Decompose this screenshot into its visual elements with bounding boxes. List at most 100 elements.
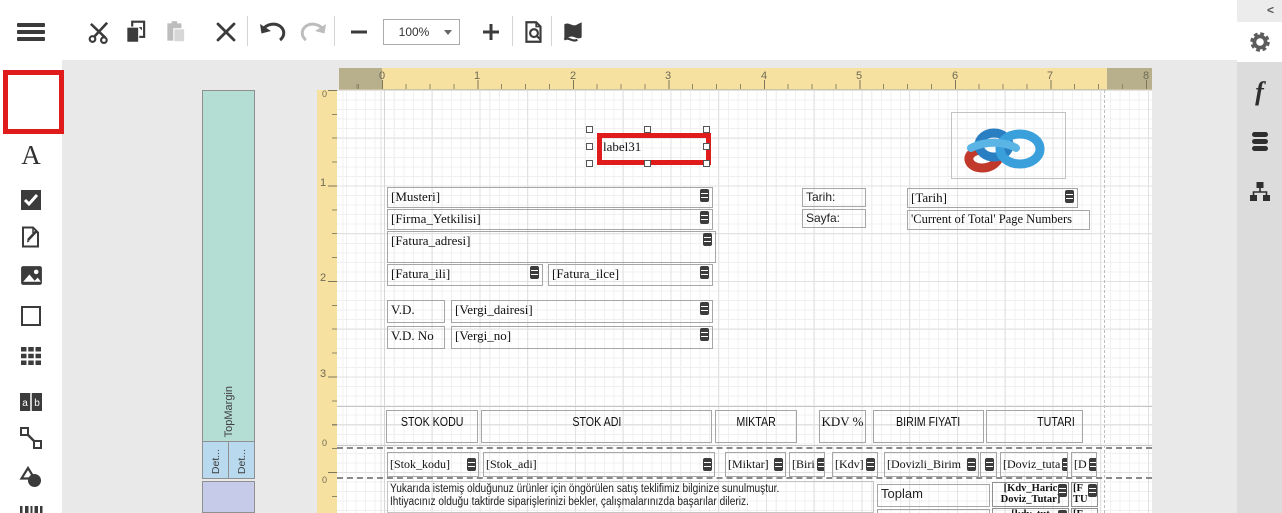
tab-data-sources[interactable] (1237, 122, 1282, 162)
tool-barcode[interactable] (0, 498, 62, 513)
field-fatura-ili[interactable]: [Fatura_ili] (387, 264, 543, 286)
h-ruler-number: 7 (1047, 70, 1053, 82)
label-vd-no[interactable]: V.D. No (387, 326, 445, 349)
checkbox-icon (19, 188, 43, 212)
horizontal-ruler: 0 1 2 3 4 5 6 7 8 (339, 68, 1152, 90)
band-label: TopMargin (223, 386, 235, 441)
label-vd[interactable]: V.D. (387, 300, 445, 323)
h-ruler-number: 0 (379, 70, 385, 82)
detail-birim[interactable]: [Biri (789, 452, 825, 477)
selection-handle[interactable] (586, 126, 593, 133)
header-birim-fiyati[interactable]: BIRIM FIYATI (873, 410, 984, 443)
h-ruler-number: 2 (570, 70, 576, 82)
selection-handle[interactable] (703, 160, 710, 167)
tool-line[interactable] (0, 421, 62, 455)
selection-handle[interactable] (703, 143, 710, 150)
detail-kdv[interactable]: [Kdv] (832, 452, 878, 477)
menu-button[interactable] (16, 17, 46, 47)
footer-kdv-tut[interactable]: [kdv_tut (992, 508, 1069, 513)
tab-properties[interactable] (1237, 22, 1282, 62)
band-top-margin[interactable]: TopMargin (202, 90, 255, 442)
preview-button[interactable] (519, 17, 549, 47)
footer-kdv1[interactable]: KDV % 1 (877, 509, 990, 513)
footer-f-cell[interactable]: [F TU (1071, 482, 1098, 507)
collapse-panel-arrow[interactable]: < (1267, 3, 1274, 17)
tool-table[interactable] (0, 339, 62, 373)
page-setup-button[interactable] (558, 17, 588, 47)
zoom-select[interactable]: 100% (383, 19, 460, 45)
detail-doviz-tutari[interactable]: [Doviz_tuta (1000, 452, 1068, 477)
selected-label-text[interactable]: label31 (603, 139, 641, 155)
tab-functions[interactable]: f (1237, 72, 1282, 112)
selection-handle[interactable] (703, 126, 710, 133)
field-page-numbers[interactable]: 'Current of Total' Page Numbers (907, 210, 1090, 230)
preview-icon (521, 19, 547, 45)
h-ruler-number: 8 (1143, 70, 1149, 82)
field-tarih[interactable]: [Tarih] (907, 188, 1078, 208)
tool-richtext[interactable] (0, 220, 62, 254)
header-miktar[interactable]: MIKTAR (715, 410, 797, 443)
logo-image-frame[interactable] (951, 112, 1066, 179)
tool-image[interactable] (0, 258, 62, 292)
label-tarih[interactable]: Tarih: (802, 188, 866, 207)
right-margin-line (1104, 90, 1105, 513)
zoom-in-button[interactable] (476, 17, 506, 47)
detail-stok-adi[interactable]: [Stok_adi] (483, 452, 715, 477)
detail-stok-kodu[interactable]: [Stok_kodu] (387, 452, 479, 477)
field-vergi-dairesi[interactable]: [Vergi_dairesi] (451, 300, 713, 323)
copy-icon (123, 19, 149, 45)
scissors-icon (86, 19, 112, 45)
detail-extra[interactable] (980, 452, 997, 477)
cut-button[interactable] (84, 17, 114, 47)
footer-kdv-haric[interactable]: [Kdv_Haric Doviz_Tutar] (992, 482, 1069, 507)
detail-doviz-clip[interactable]: [D (1071, 452, 1097, 477)
footer-toplam[interactable]: Toplam (877, 484, 990, 507)
band-detail-b[interactable]: Det... (228, 441, 255, 479)
tool-checkbox[interactable] (0, 183, 62, 217)
selection-handle[interactable] (586, 160, 593, 167)
selection-handle[interactable] (644, 160, 651, 167)
toolbar-separator (247, 16, 248, 46)
footer-f-cell-2[interactable]: [F (1071, 508, 1098, 513)
shapes-icon (19, 465, 43, 489)
field-fatura-adresi[interactable]: [Fatura_adresi] (387, 231, 716, 263)
footer-note-box[interactable]: Yukarıda istemiş olduğunuz ürünler için … (387, 481, 874, 513)
data-field-icon (774, 458, 783, 471)
copy-button[interactable] (121, 17, 151, 47)
header-stok-kodu[interactable]: STOK KODU (386, 410, 478, 443)
top-toolbar: 100% (0, 0, 1237, 60)
field-vergi-no[interactable]: [Vergi_no] (451, 326, 713, 349)
field-musteri[interactable]: [Musteri] (387, 187, 713, 208)
band-detail-a[interactable]: Det... (202, 441, 229, 479)
header-stok-adi[interactable]: STOK ADI (481, 410, 712, 443)
data-field-icon (1062, 458, 1068, 471)
detail-dovizli-birim[interactable]: [Dovizli_Birim (884, 452, 979, 477)
band-boundary-line (337, 445, 1152, 446)
field-fatura-ilce[interactable]: [Fatura_ilce] (548, 264, 713, 286)
image-icon (19, 263, 44, 288)
field-firma-yetkilisi[interactable]: [Firma_Yetkilisi] (387, 209, 713, 230)
selection-handle[interactable] (586, 143, 593, 150)
detail-miktar[interactable]: [Miktar] (725, 452, 786, 477)
redo-button[interactable] (298, 17, 328, 47)
company-logo-icon (956, 118, 1056, 174)
delete-button[interactable] (211, 17, 241, 47)
zoom-out-button[interactable] (344, 17, 374, 47)
tool-text[interactable]: A (0, 138, 62, 172)
label-sayfa[interactable]: Sayfa: (802, 209, 866, 228)
selection-handle[interactable] (644, 126, 651, 133)
data-field-icon (700, 189, 709, 202)
paste-button[interactable] (161, 17, 191, 47)
band-boundary-line (337, 406, 1152, 407)
band-footer[interactable] (202, 481, 255, 513)
undo-button[interactable] (258, 17, 288, 47)
tool-rectangle[interactable] (0, 299, 62, 333)
tool-text-in-cells[interactable]: ab (0, 385, 62, 419)
tab-report-tree[interactable] (1237, 172, 1282, 212)
vertical-ruler: 0 1 2 3 0 0 (317, 90, 337, 513)
data-field-icon (967, 458, 976, 471)
header-kdv[interactable]: KDV % (819, 410, 866, 443)
header-tutari[interactable]: TUTARI (986, 410, 1083, 443)
text-in-cells-icon: ab (19, 392, 43, 412)
tool-shape[interactable] (0, 460, 62, 494)
